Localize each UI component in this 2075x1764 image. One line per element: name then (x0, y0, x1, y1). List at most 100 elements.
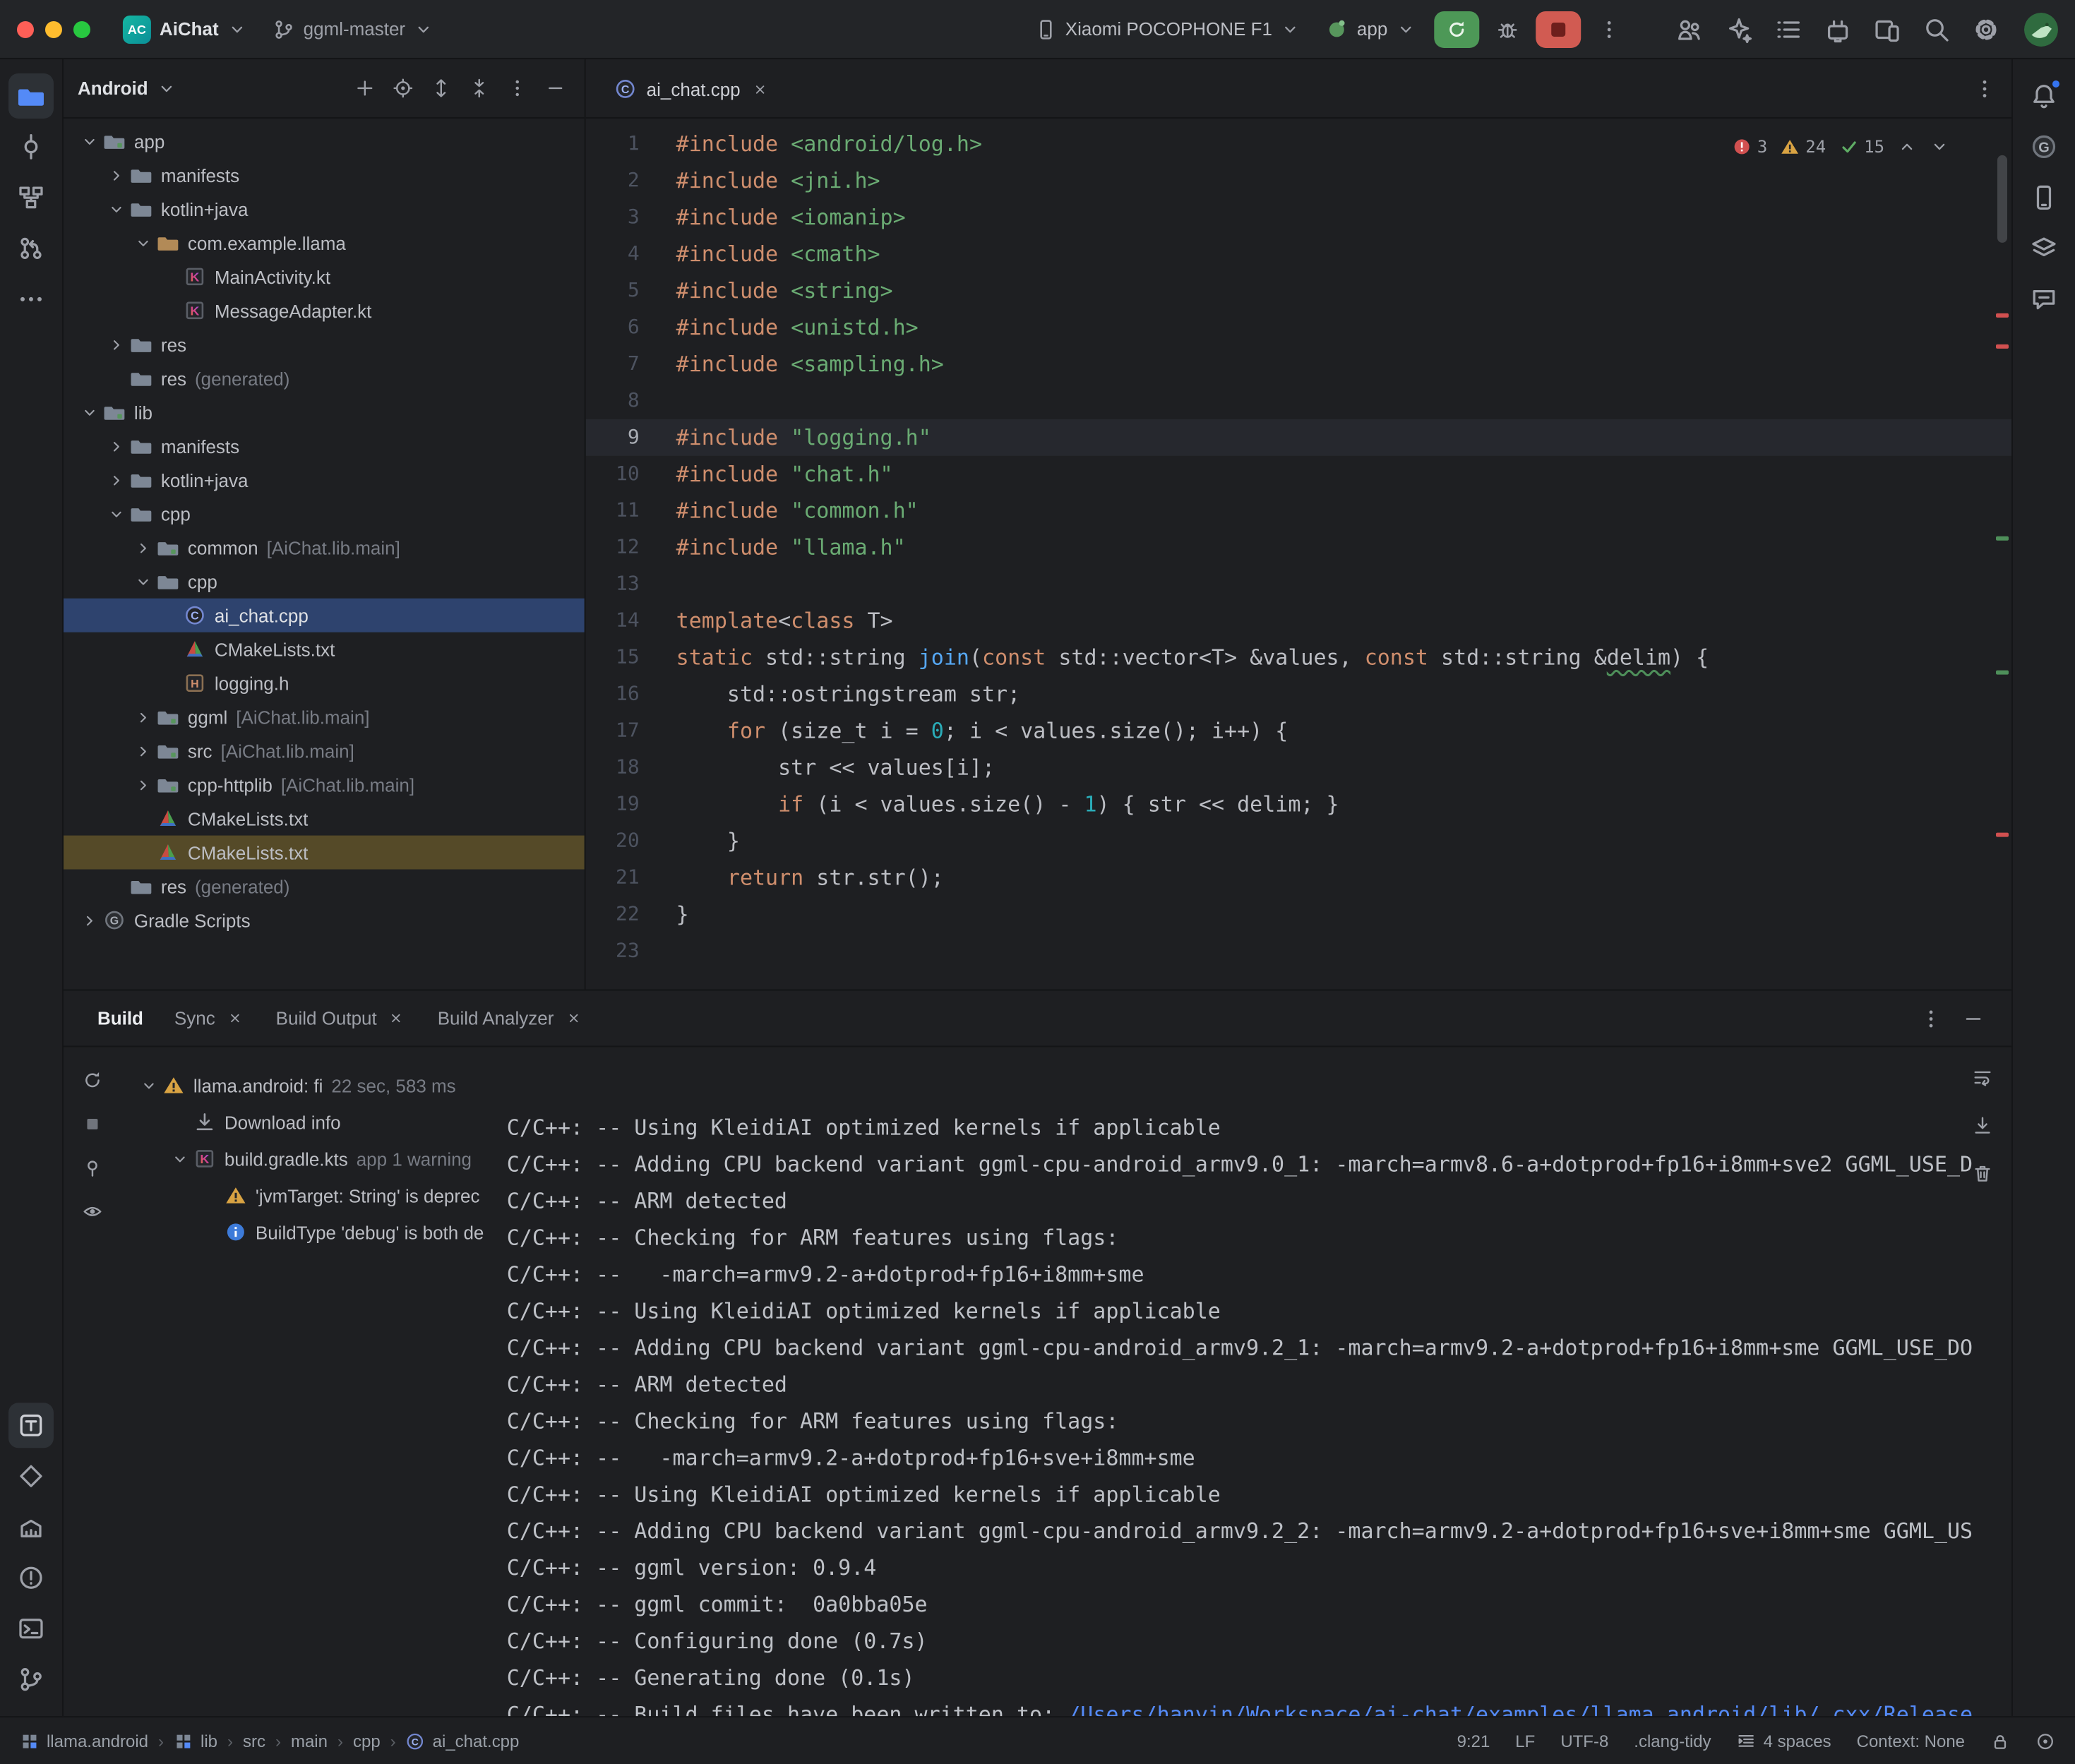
readonly-lock[interactable] (1990, 1731, 2010, 1751)
add-icon[interactable] (349, 73, 380, 104)
tree-expander[interactable] (137, 1076, 161, 1094)
project-item-res[interactable]: res(generated) (64, 870, 585, 904)
pin-icon[interactable] (76, 1151, 107, 1182)
inspection-level[interactable] (2035, 1731, 2055, 1751)
more-run-actions-button[interactable] (1589, 9, 1629, 49)
project-item-cpp[interactable]: cpp (64, 497, 585, 531)
editor-scrollbar[interactable] (1997, 155, 2007, 243)
ok-count[interactable]: 15 (1838, 128, 1884, 165)
device-mirror-icon[interactable] (1869, 11, 1906, 47)
line-number[interactable]: 17 (586, 713, 676, 750)
project-icon[interactable] (8, 73, 54, 119)
build-tab-build[interactable]: Build (86, 1001, 155, 1036)
close-tab-icon[interactable] (751, 79, 770, 99)
project-item-lib[interactable]: lib (64, 395, 585, 429)
project-item-logging-h[interactable]: Hlogging.h (64, 666, 585, 700)
console-link[interactable]: /Users/hanyin/Workspace/ai-chat/examples… (1068, 1702, 1973, 1716)
line-number[interactable]: 19 (586, 786, 676, 823)
problems-icon[interactable] (8, 1555, 54, 1600)
tree-expander[interactable] (131, 742, 155, 760)
breadcrumb-ai-chat-cpp[interactable]: Cai_chat.cpp (406, 1731, 520, 1751)
hide-build-panel-icon[interactable] (1958, 1003, 1989, 1034)
debug-button[interactable] (1488, 9, 1527, 49)
tree-expander[interactable] (104, 471, 128, 489)
project-item-src[interactable]: src[AiChat.lib.main] (64, 734, 585, 768)
gradle-icon[interactable]: G (2021, 124, 2067, 169)
project-view-selector[interactable]: Android (78, 78, 148, 99)
line-number[interactable]: 18 (586, 750, 676, 786)
breadcrumb-lib[interactable]: lib (174, 1731, 217, 1751)
build-tab-sync[interactable]: Sync (163, 1001, 256, 1036)
breadcrumb-cpp[interactable]: cpp (353, 1731, 381, 1751)
project-item-ai-chat-cpp[interactable]: Cai_chat.cpp (64, 599, 585, 632)
wrap-icon[interactable] (1966, 1061, 1997, 1092)
build-item--jvmtarget-string-is-deprec[interactable]: 'jvmTarget: String' is deprec (120, 1177, 498, 1213)
clang-tidy[interactable]: .clang-tidy (1634, 1731, 1711, 1751)
close-tab-icon[interactable] (387, 1008, 407, 1028)
build-console[interactable]: C/C++: -- Using KleidiAI optimized kerne… (498, 1047, 2011, 1716)
prev-issue-icon[interactable] (1897, 137, 1917, 157)
line-number[interactable]: 6 (586, 309, 676, 346)
tree-expander[interactable] (78, 911, 102, 930)
build-item-download-info[interactable]: Download info (120, 1103, 498, 1140)
cursor-position[interactable]: 9:21 (1457, 1731, 1490, 1751)
project-item-kotlin-java[interactable]: kotlin+java (64, 463, 585, 497)
tree-expander[interactable] (131, 234, 155, 252)
code-with-me-icon[interactable] (1671, 11, 1708, 47)
vcs-icon[interactable] (8, 1657, 54, 1702)
build-tab-build-analyzer[interactable]: Build Analyzer (426, 1001, 595, 1036)
line-number[interactable]: 11 (586, 493, 676, 529)
breadcrumb-src[interactable]: src (243, 1731, 265, 1751)
profile-avatar[interactable] (2024, 12, 2058, 46)
project-item-cmakelists-txt[interactable]: CMakeLists.txt (64, 632, 585, 666)
context-widget[interactable]: Context: None (1857, 1731, 1965, 1751)
tree-expander[interactable] (131, 776, 155, 794)
ai-assistant-icon[interactable] (1721, 11, 1757, 47)
plugins-icon[interactable] (1819, 11, 1856, 47)
line-number[interactable]: 20 (586, 823, 676, 860)
tree-expander[interactable] (104, 505, 128, 523)
line-number[interactable]: 7 (586, 346, 676, 383)
build-item-build-gradle-kts[interactable]: Kbuild.gradle.ktsapp 1 warning (120, 1140, 498, 1177)
close-button[interactable] (17, 20, 34, 37)
project-item-res[interactable]: res(generated) (64, 361, 585, 395)
line-number[interactable]: 22 (586, 896, 676, 933)
structure-icon[interactable] (8, 175, 54, 220)
project-item-gradle-scripts[interactable]: GGradle Scripts (64, 904, 585, 937)
close-tab-icon[interactable] (563, 1008, 583, 1028)
minimize-button[interactable] (45, 20, 62, 37)
assistant-chat-icon[interactable] (2021, 277, 2067, 322)
line-number[interactable]: 5 (586, 272, 676, 309)
breadcrumb-llama-android[interactable]: llama.android (20, 1731, 148, 1751)
todo-icon[interactable] (1770, 11, 1807, 47)
notifications-icon[interactable] (2021, 73, 2067, 119)
hide-icon[interactable] (539, 73, 570, 104)
line-number[interactable]: 14 (586, 603, 676, 640)
zoom-button[interactable] (73, 20, 90, 37)
build-tab-build-output[interactable]: Build Output (265, 1001, 418, 1036)
project-item-res[interactable]: res (64, 328, 585, 361)
error-stripe[interactable] (1992, 119, 2011, 990)
editor-options-icon[interactable] (1969, 73, 2000, 104)
warning-count[interactable]: 24 (1780, 128, 1826, 165)
close-tab-icon[interactable] (225, 1008, 245, 1028)
project-item-ggml[interactable]: ggml[AiChat.lib.main] (64, 700, 585, 734)
build-item-buildtype-debug-is-both-de[interactable]: BuildType 'debug' is both de (120, 1213, 498, 1250)
project-item-cpp[interactable]: cpp (64, 565, 585, 599)
sync-icon[interactable] (76, 1064, 107, 1095)
logcat-icon[interactable] (8, 1403, 54, 1448)
stopgray-icon[interactable] (76, 1108, 107, 1139)
more-icon[interactable] (8, 277, 54, 322)
commit-icon[interactable] (8, 124, 54, 169)
project-item-app[interactable]: app (64, 124, 585, 158)
next-issue-icon[interactable] (1930, 137, 1949, 157)
project-item-common[interactable]: common[AiChat.lib.main] (64, 531, 585, 565)
tree-expander[interactable] (78, 403, 102, 421)
tree-expander[interactable] (104, 437, 128, 455)
rerun-button[interactable] (1434, 11, 1479, 47)
tree-expander[interactable] (104, 335, 128, 354)
trash-icon[interactable] (1966, 1157, 1997, 1188)
line-number[interactable]: 21 (586, 860, 676, 896)
editor-tab-ai_chat.cpp[interactable]: Cai_chat.cpp (597, 59, 787, 119)
code-editor[interactable]: 3 24 15 1#include <android/log.h>2#inclu… (586, 119, 2011, 990)
